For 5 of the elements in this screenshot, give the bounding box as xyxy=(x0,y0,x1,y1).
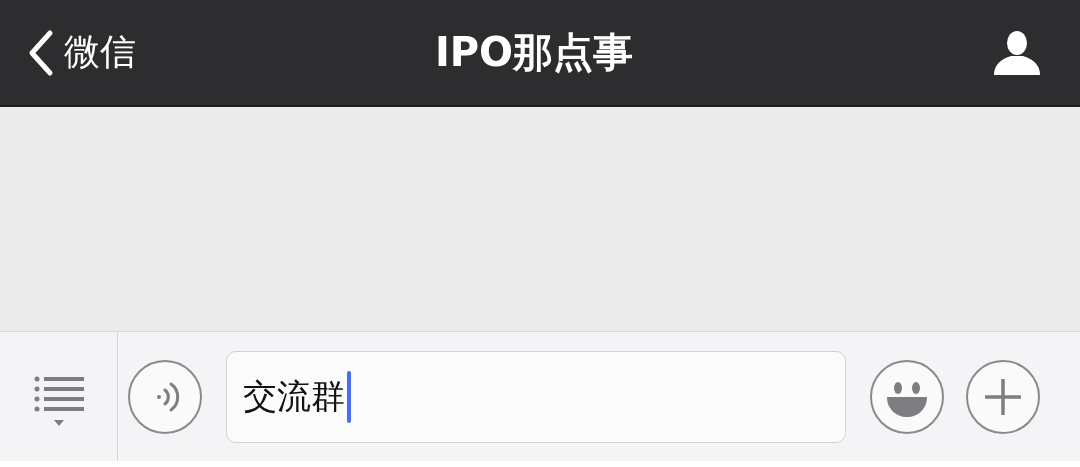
input-field[interactable]: 交流群 xyxy=(226,350,846,443)
person-icon xyxy=(992,28,1042,77)
chat-title: IPO那点事 xyxy=(434,28,634,77)
plus-icon xyxy=(983,376,1023,417)
back-button[interactable]: 微信 xyxy=(26,28,226,77)
